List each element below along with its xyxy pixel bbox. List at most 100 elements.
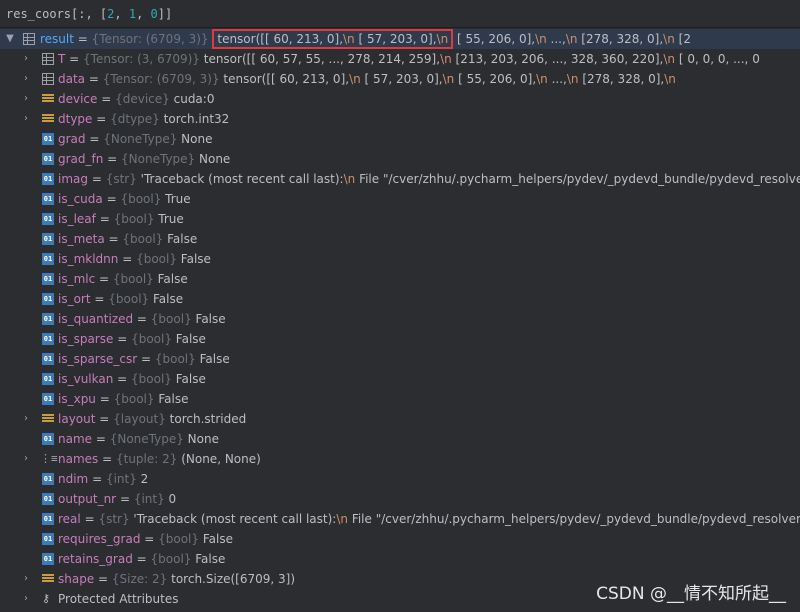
- equals-sign: =: [137, 352, 155, 366]
- variable-value: 'Traceback (most recent call last):\n Fi…: [136, 172, 800, 186]
- variable-name: names: [58, 452, 99, 466]
- variable-type: {bool}: [108, 292, 150, 306]
- variable-value: None: [183, 432, 219, 446]
- chevron-right-icon[interactable]: ›: [20, 109, 32, 129]
- equals-sign: =: [102, 192, 121, 206]
- variable-value: tensor([[ 60, 213, 0],\n [ 57, 203, 0],\…: [219, 72, 676, 86]
- table-icon: [42, 53, 54, 65]
- int-01-icon: 01: [42, 553, 54, 565]
- highlight-box: tensor([[ 60, 213, 0],\n [ 57, 203, 0],\…: [212, 29, 454, 49]
- chevron-right-icon[interactable]: ›: [20, 449, 32, 469]
- tree-row-ndim[interactable]: 01 ndim = {int} 2: [0, 469, 800, 489]
- newline-escape: \n: [343, 32, 355, 46]
- int-01-icon: 01: [42, 313, 54, 325]
- tree-row-is-sparse-csr[interactable]: 01 is_sparse_csr = {bool} False: [0, 349, 800, 369]
- newline-escape: \n: [664, 72, 676, 86]
- variable-type: {NoneType}: [121, 152, 196, 166]
- variable-type: {str}: [98, 512, 130, 526]
- tree-row-data[interactable]: › data = {Tensor: (6709, 3)} tensor([[ 6…: [0, 69, 800, 89]
- variable-type: {bool}: [131, 332, 172, 346]
- equals-sign: =: [94, 572, 112, 586]
- tree-row-retains-grad[interactable]: 01 retains_grad = {bool} False: [0, 549, 800, 569]
- equals-sign: =: [98, 452, 116, 466]
- tree-row-is-mkldnn[interactable]: 01 is_mkldnn = {bool} False: [0, 249, 800, 269]
- variable-name: requires_grad: [58, 532, 141, 546]
- variable-value: torch.strided: [165, 412, 247, 426]
- variable-name: grad: [58, 132, 86, 146]
- field-bars-icon: [42, 573, 54, 585]
- variable-name: is_mkldnn: [58, 252, 119, 266]
- chevron-right-icon[interactable]: ›: [20, 89, 32, 109]
- csdn-watermark: CSDN @__情不知所起__: [596, 584, 786, 604]
- tree-row-imag[interactable]: 01 imag = {str} 'Traceback (most recent …: [0, 169, 800, 189]
- tree-row-requires-grad[interactable]: 01 requires_grad = {bool} False: [0, 529, 800, 549]
- int-01-icon: 01: [42, 433, 54, 445]
- equals-sign: =: [88, 172, 106, 186]
- chevron-right-icon[interactable]: ›: [20, 49, 32, 69]
- variable-value: False: [191, 312, 226, 326]
- int-01-icon: 01: [42, 333, 54, 345]
- equals-sign: =: [103, 152, 122, 166]
- expression-identifier: res_coors: [6, 7, 72, 21]
- tree-row-is-quantized[interactable]: 01 is_quantized = {bool} False: [0, 309, 800, 329]
- tree-row-is-mlc[interactable]: 01 is_mlc = {bool} False: [0, 269, 800, 289]
- int-01-icon: 01: [42, 253, 54, 265]
- newline-escape: \n: [536, 72, 548, 86]
- variable-type: {bool}: [154, 352, 196, 366]
- equals-sign: =: [118, 252, 137, 266]
- tree-row-is-meta[interactable]: 01 is_meta = {bool} False: [0, 229, 800, 249]
- tree-row-names[interactable]: › ⋮≡ names = {tuple: 2} (None, None): [0, 449, 800, 469]
- expression-bracket-open: [:, [: [71, 7, 108, 21]
- expression-comma: ,: [114, 7, 129, 21]
- tree-row-grad-fn[interactable]: 01 grad_fn = {NoneType} None: [0, 149, 800, 169]
- variable-type: {bool}: [150, 312, 192, 326]
- int-01-icon: 01: [42, 353, 54, 365]
- chevron-right-icon[interactable]: ›: [20, 409, 32, 429]
- equals-sign: =: [116, 492, 134, 506]
- tree-row-name[interactable]: 01 name = {NoneType} None: [0, 429, 800, 449]
- variable-type: {Size: 2}: [111, 572, 168, 586]
- variable-value: True: [154, 212, 184, 226]
- variable-value-highlighted: tensor([[ 60, 213, 0],\n [ 57, 203, 0],\…: [217, 32, 449, 46]
- int-01-icon: 01: [42, 293, 54, 305]
- int-01-icon: 01: [42, 473, 54, 485]
- equals-sign: =: [92, 432, 110, 446]
- equals-sign: =: [80, 512, 99, 526]
- tree-row-real[interactable]: 01 real = {str} 'Traceback (most recent …: [0, 509, 800, 529]
- newline-escape: \n: [349, 72, 361, 86]
- tree-row-is-ort[interactable]: 01 is_ort = {bool} False: [0, 289, 800, 309]
- tree-row-T[interactable]: › T = {Tensor: (3, 6709)} tensor([[ 60, …: [0, 49, 800, 69]
- tree-row-result[interactable]: ▼ result = {Tensor: (6709, 3)} tensor([[…: [0, 29, 800, 49]
- expression-bar[interactable]: res_coors[:, [2, 1, 0]]: [0, 0, 800, 28]
- tree-row-is-cuda[interactable]: 01 is_cuda = {bool} True: [0, 189, 800, 209]
- newline-escape: \n: [343, 172, 356, 186]
- expression-bracket-close: ]]: [157, 7, 173, 21]
- tree-row-is-sparse[interactable]: 01 is_sparse = {bool} False: [0, 329, 800, 349]
- variable-name: is_meta: [58, 232, 105, 246]
- chevron-down-icon[interactable]: ▼: [4, 29, 16, 49]
- chevron-right-icon[interactable]: ›: [20, 589, 32, 609]
- tree-row-grad[interactable]: 01 grad = {NoneType} None: [0, 129, 800, 149]
- chevron-right-icon[interactable]: ›: [20, 569, 32, 589]
- expression-comma: ,: [136, 7, 151, 21]
- variable-value: None: [177, 132, 213, 146]
- variable-value: [ 55, 206, 0],\n ...,\n [278, 328, 0],\n…: [453, 32, 691, 46]
- tree-row-is-vulkan[interactable]: 01 is_vulkan = {bool} False: [0, 369, 800, 389]
- tree-row-dtype[interactable]: › dtype = {dtype} torch.int32: [0, 109, 800, 129]
- newline-escape: \n: [535, 32, 547, 46]
- chevron-right-icon[interactable]: ›: [20, 69, 32, 89]
- variable-type: {bool}: [122, 232, 164, 246]
- tree-row-output-nr[interactable]: 01 output_nr = {int} 0: [0, 489, 800, 509]
- equals-sign: =: [132, 552, 151, 566]
- newline-escape: \n: [565, 32, 578, 46]
- int-01-icon: 01: [42, 233, 54, 245]
- variable-value: 0: [164, 492, 177, 506]
- tree-row-layout[interactable]: › layout = {layout} torch.strided: [0, 409, 800, 429]
- variable-name: shape: [58, 572, 95, 586]
- tree-row-is-xpu[interactable]: 01 is_xpu = {bool} False: [0, 389, 800, 409]
- int-01-icon: 01: [42, 133, 54, 145]
- variable-value: torch.int32: [159, 112, 230, 126]
- tree-row-is-leaf[interactable]: 01 is_leaf = {bool} True: [0, 209, 800, 229]
- variable-type: {bool}: [113, 212, 155, 226]
- tree-row-device[interactable]: › device = {device} cuda:0: [0, 89, 800, 109]
